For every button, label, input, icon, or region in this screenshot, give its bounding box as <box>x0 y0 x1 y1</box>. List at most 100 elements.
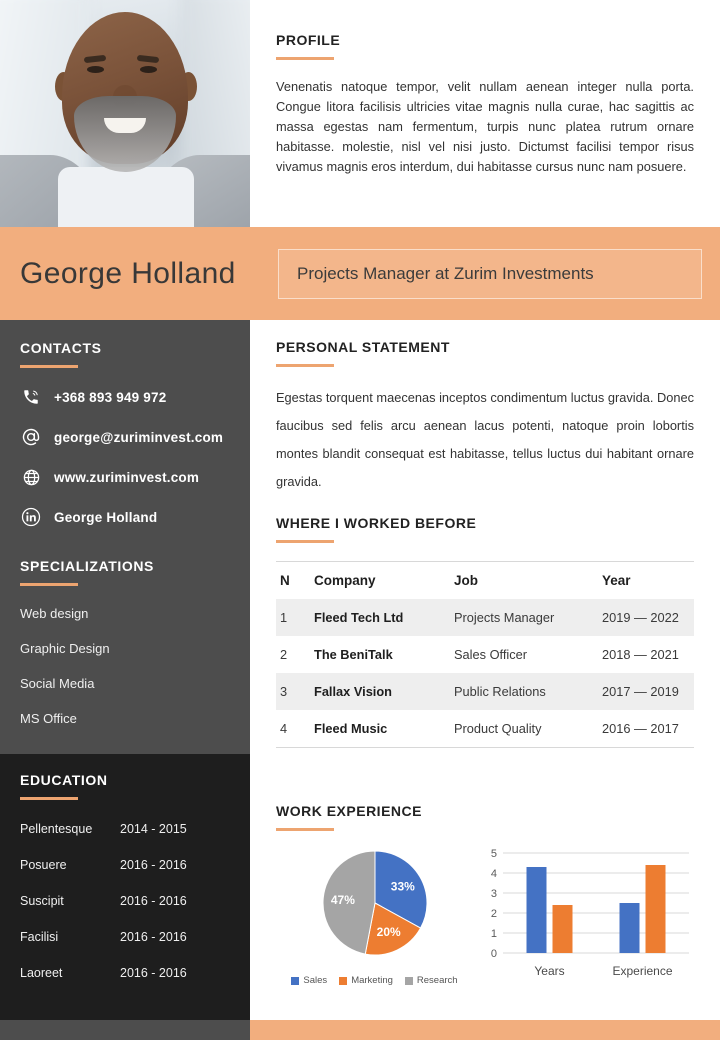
bar-y-tick: 0 <box>491 948 497 960</box>
resume-page: George Holland Projects Manager at Zurim… <box>0 0 720 1040</box>
worked-before-section: WHERE I WORKED BEFORE N Company Job Year… <box>250 515 720 748</box>
education-accent-bar <box>20 797 78 800</box>
legend-swatch-sales <box>291 976 300 985</box>
cell-year: 2017 — 2019 <box>602 684 679 699</box>
contacts-section: CONTACTS +368 893 949 972 george@zurimin… <box>0 340 250 528</box>
bar-y-tick: 4 <box>491 868 497 880</box>
specializations-section: SPECIALIZATIONS Web design Graphic Desig… <box>0 558 250 726</box>
linkedin-icon <box>20 506 42 528</box>
photo-eye-right <box>140 66 157 73</box>
cell-year: 2019 — 2022 <box>602 610 679 625</box>
specialization-item: MS Office <box>20 711 77 726</box>
table-row: 3 Fallax Vision Public Relations 2017 — … <box>276 673 694 710</box>
cell-job: Product Quality <box>450 710 598 748</box>
sidebar: CONTACTS +368 893 949 972 george@zurimin… <box>0 320 250 1020</box>
photo-eye-left <box>87 66 104 73</box>
globe-icon <box>20 466 42 488</box>
bar-chart-svg: 0 1 2 3 4 5 Years Experience <box>491 848 689 978</box>
contacts-accent-bar <box>20 365 78 368</box>
pie-label-research: 47% <box>330 893 354 907</box>
bar-y-tick: 2 <box>491 908 497 920</box>
personal-statement-accent-bar <box>276 364 334 367</box>
legend-swatch-research <box>404 976 413 985</box>
cell-company: The BeniTalk <box>314 647 393 662</box>
legend-label-sales: Sales <box>303 975 328 986</box>
specialization-item: Social Media <box>20 676 95 691</box>
pie-chart-legend: Sales Marketing Research <box>276 975 473 986</box>
table-row: 1 Fleed Tech Ltd Projects Manager 2019 —… <box>276 599 694 636</box>
personal-statement-heading: PERSONAL STATEMENT <box>276 339 450 355</box>
column-header-year: Year <box>598 561 694 599</box>
legend-label-research: Research <box>416 975 458 986</box>
education-item-years: 2016 - 2016 <box>120 930 187 944</box>
bar-x-label: Years <box>534 964 564 978</box>
contacts-heading: CONTACTS <box>20 340 102 356</box>
footer-bar-right <box>250 1020 720 1040</box>
cell-job: Public Relations <box>454 684 546 699</box>
profile-section: PROFILE Venenatis natoque tempor, velit … <box>250 32 720 177</box>
cell-n: 3 <box>280 684 288 699</box>
education-item-years: 2016 - 2016 <box>120 894 187 908</box>
table-row: 4 Fleed Music Product Quality 2016 — 201… <box>276 710 694 748</box>
legend-item-sales: Sales <box>291 975 327 986</box>
profile-text: Venenatis natoque tempor, velit nullam a… <box>276 79 694 174</box>
charts-row: 33% 20% 47% Sales Marketing Research 0 1… <box>276 845 694 991</box>
profile-photo <box>0 0 250 227</box>
specialization-item: Graphic Design <box>20 641 110 656</box>
bar-chart-y-axis-ticks: 0 1 2 3 4 5 <box>491 848 497 960</box>
bar-rect <box>552 905 573 953</box>
contact-item-phone[interactable]: +368 893 949 972 <box>20 386 230 408</box>
profile-accent-bar <box>276 57 334 60</box>
worked-before-accent-bar <box>276 540 334 543</box>
legend-item-research: Research <box>404 975 458 986</box>
pie-chart-svg: 33% 20% 47% <box>322 850 427 956</box>
person-name: George Holland <box>20 256 236 290</box>
cell-year: 2018 — 2021 <box>602 647 679 662</box>
photo-shirt <box>58 167 194 227</box>
column-header-n: N <box>276 561 310 599</box>
pie-chart: 33% 20% 47% Sales Marketing Research <box>276 845 473 991</box>
bar-y-tick: 3 <box>491 888 497 900</box>
work-history-table: N Company Job Year 1 Fleed Tech Ltd Proj… <box>276 561 694 748</box>
specializations-heading: SPECIALIZATIONS <box>20 558 154 574</box>
education-item-name: Suscipit <box>20 894 64 908</box>
column-header-job: Job <box>450 561 598 599</box>
cell-n: 1 <box>280 610 288 625</box>
cell-n: 4 <box>276 710 310 748</box>
education-item: Facilisi 2016 - 2016 <box>20 930 230 944</box>
column-header-company: Company <box>310 561 450 599</box>
contact-website-value: www.zuriminvest.com <box>54 469 200 485</box>
contact-item-website[interactable]: www.zuriminvest.com <box>20 466 230 488</box>
table-header-row: N Company Job Year <box>276 561 694 599</box>
legend-item-marketing: Marketing <box>339 975 393 986</box>
bar-x-label: Experience <box>612 964 672 978</box>
footer-bar-left <box>0 1020 250 1040</box>
education-item: Pellentesque 2014 - 2015 <box>20 822 230 836</box>
specialization-item: Web design <box>20 606 89 621</box>
contact-item-email[interactable]: george@zuriminvest.com <box>20 426 230 448</box>
personal-statement-section: PERSONAL STATEMENT Egestas torquent maec… <box>250 339 720 496</box>
email-icon <box>20 426 42 448</box>
bar-chart: 0 1 2 3 4 5 Years Experience <box>473 845 694 991</box>
phone-icon <box>20 386 42 408</box>
personal-statement-text: Egestas torquent maecenas inceptos condi… <box>276 390 694 489</box>
education-item: Posuere 2016 - 2016 <box>20 858 230 872</box>
work-experience-heading: WORK EXPERIENCE <box>276 803 422 819</box>
education-item-years: 2016 - 2016 <box>120 966 187 980</box>
bar-y-tick: 1 <box>491 928 497 940</box>
contact-phone-value: +368 893 949 972 <box>54 389 167 405</box>
cell-job: Projects Manager <box>454 610 555 625</box>
contact-linkedin-value: George Holland <box>54 509 158 525</box>
cell-company: Fleed Tech Ltd <box>314 610 404 625</box>
table-row: 2 The BeniTalk Sales Officer 2018 — 2021 <box>276 636 694 673</box>
education-item-name: Posuere <box>20 858 67 872</box>
contact-item-linkedin[interactable]: George Holland <box>20 506 230 528</box>
education-item-name: Laoreet <box>20 966 63 980</box>
bar-chart-x-axis-labels: Years Experience <box>534 964 672 978</box>
education-heading: EDUCATION <box>20 772 108 788</box>
education-item-name: Facilisi <box>20 930 59 944</box>
worked-before-heading: WHERE I WORKED BEFORE <box>276 515 477 531</box>
bar-chart-bars <box>526 865 666 953</box>
bar-rect <box>526 867 547 953</box>
education-item-name: Pellentesque <box>20 822 93 836</box>
